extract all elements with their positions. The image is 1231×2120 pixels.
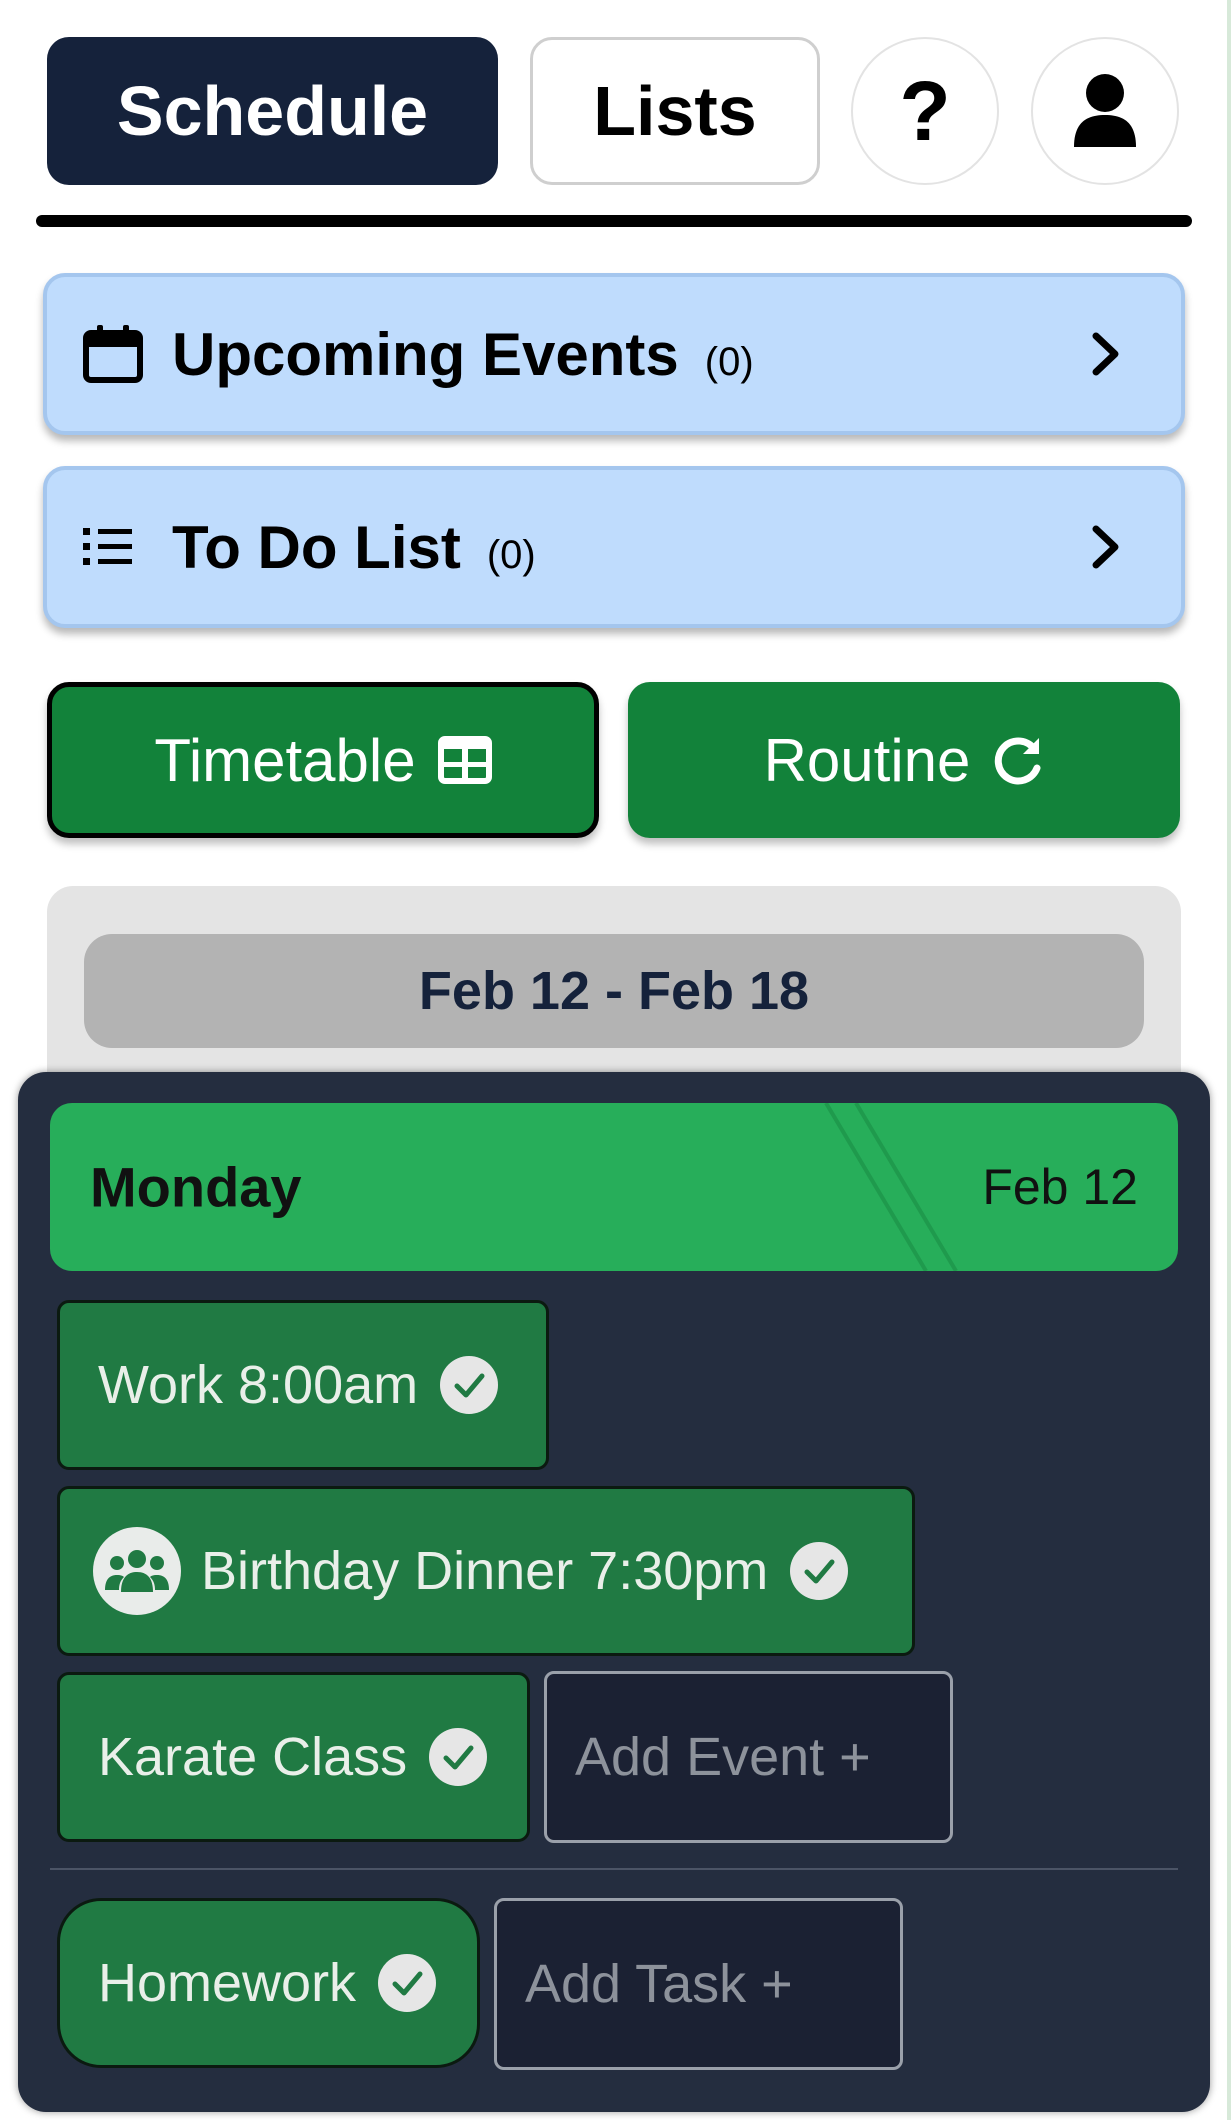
scroll-edge [1227,0,1231,2120]
user-icon [1074,74,1136,147]
check-circle-icon [429,1728,488,1786]
event-label: Birthday Dinner 7:30pm [201,1541,769,1601]
day-name: Monday [90,1155,302,1219]
timetable-button[interactable]: Timetable [47,682,599,838]
todo-list-card[interactable]: To Do List (0) [43,466,1185,628]
add-event-button[interactable]: Add Event + [544,1671,953,1843]
todo-list-label: To Do List [172,513,461,581]
calendar-icon [83,325,143,383]
upcoming-events-count: (0) [704,339,754,384]
nav-divider [36,215,1192,227]
day-date: Feb 12 [982,1159,1138,1215]
week-range-label[interactable]: Feb 12 - Feb 18 [84,934,1144,1048]
event-chip[interactable]: Karate Class [57,1672,530,1842]
lists-tab[interactable]: Lists [530,37,820,185]
todo-list-title: To Do List (0) [172,513,536,582]
check-circle-icon [790,1542,849,1600]
task-chip[interactable]: Homework [57,1898,480,2068]
chevron-right-icon [1092,332,1119,376]
schedule-tab[interactable]: Schedule [47,37,498,185]
upcoming-events-label: Upcoming Events [172,320,679,388]
help-icon: ? [899,63,951,158]
upcoming-events-card[interactable]: Upcoming Events (0) [43,273,1185,435]
event-label: Work 8:00am [98,1355,419,1415]
list-icon [83,528,132,565]
event-label: Karate Class [98,1727,408,1787]
day-header[interactable]: Monday Feb 12 [50,1103,1178,1271]
check-circle-icon [440,1356,499,1414]
group-icon [93,1527,181,1615]
schedule-page: Schedule Lists ? Upcoming Events (0) To … [0,0,1231,2120]
events-tasks-divider [50,1868,1178,1870]
check-circle-icon [378,1954,437,2012]
profile-button[interactable] [1031,37,1179,185]
event-chip[interactable]: Birthday Dinner 7:30pm [57,1486,915,1656]
event-chip[interactable]: Work 8:00am [57,1300,549,1470]
add-task-button[interactable]: Add Task + [494,1898,903,2070]
chevron-right-icon [1092,525,1119,569]
upcoming-events-title: Upcoming Events (0) [172,320,754,389]
routine-label: Routine [763,726,971,794]
task-label: Homework [98,1953,357,2013]
refresh-icon [995,737,1041,785]
todo-list-count: (0) [486,532,536,577]
routine-button[interactable]: Routine [628,682,1180,838]
help-button[interactable]: ? [851,37,999,185]
timetable-label: Timetable [154,726,416,794]
table-icon [437,736,492,784]
